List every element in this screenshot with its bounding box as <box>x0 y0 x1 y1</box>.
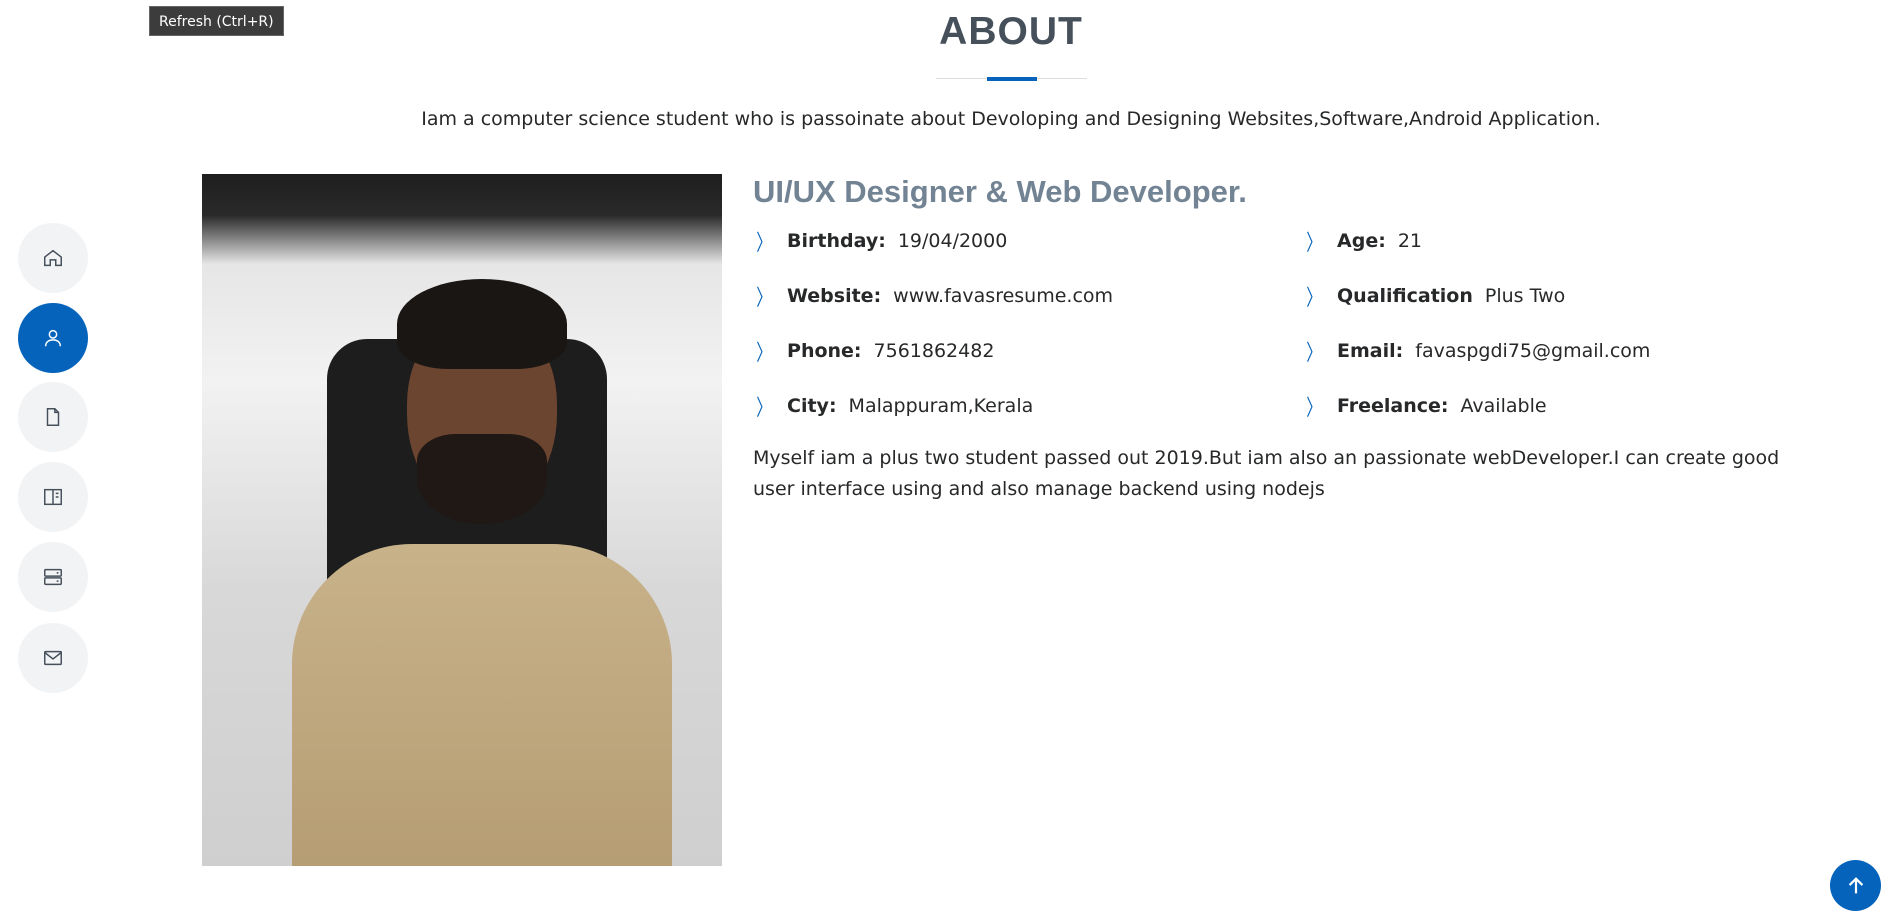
chevron-right-icon: 〉 <box>1306 396 1322 421</box>
chevron-right-icon: 〉 <box>756 341 772 366</box>
nav-portfolio-button[interactable] <box>18 462 88 532</box>
info-qualification: 〉 Qualification Plus Two <box>1303 280 1565 312</box>
section-intro: Iam a computer science student who is pa… <box>421 108 1601 130</box>
chevron-right-icon: 〉 <box>756 286 772 311</box>
arrow-up-icon <box>1848 876 1863 893</box>
info-label: Email: <box>1337 340 1404 362</box>
about-paragraph: Myself iam a plus two student passed out… <box>753 447 1780 500</box>
info-value: 21 <box>1397 230 1422 252</box>
back-to-top-button[interactable] <box>1830 860 1881 911</box>
nav-home-button[interactable] <box>18 223 88 293</box>
info-value: Plus Two <box>1484 285 1566 307</box>
nav-services-button[interactable] <box>18 542 88 612</box>
title-divider-accent <box>987 77 1037 81</box>
home-icon <box>44 249 62 267</box>
info-value: Available <box>1460 395 1547 417</box>
info-email: 〉 Email: favaspgdi75@gmail.com <box>1303 335 1650 367</box>
info-freelance: 〉 Freelance: Available <box>1303 390 1547 422</box>
info-label: Age: <box>1337 230 1386 252</box>
chevron-right-icon: 〉 <box>1306 286 1322 311</box>
section-title: ABOUT <box>939 10 1083 53</box>
info-label: Website: <box>787 285 882 307</box>
info-label: Birthday: <box>787 230 886 252</box>
info-label: Freelance: <box>1337 395 1449 417</box>
about-heading: UI/UX Designer & Web Developer. <box>753 174 1247 209</box>
info-website: 〉 Website: www.favasresume.com <box>753 280 1113 312</box>
person-icon <box>44 329 62 347</box>
nav-resume-button[interactable] <box>18 382 88 452</box>
info-value: favaspgdi75@gmail.com <box>1415 340 1651 362</box>
nav-about-button[interactable] <box>18 303 88 373</box>
info-value: 19/04/2000 <box>897 230 1008 252</box>
info-city: 〉 City: Malappuram,Kerala <box>753 390 1033 422</box>
info-label: Phone: <box>787 340 862 362</box>
profile-photo <box>202 174 722 866</box>
file-icon <box>46 408 60 426</box>
chevron-right-icon: 〉 <box>1306 231 1322 256</box>
info-value: 7561862482 <box>873 340 995 362</box>
info-age: 〉 Age: 21 <box>1303 225 1422 257</box>
info-value: www.favasresume.com <box>893 285 1114 307</box>
server-icon <box>44 568 62 586</box>
book-icon <box>44 488 62 506</box>
info-birthday: 〉 Birthday: 19/04/2000 <box>753 225 1007 257</box>
nav-contact-button[interactable] <box>18 623 88 693</box>
chevron-right-icon: 〉 <box>756 231 772 256</box>
info-phone: 〉 Phone: 7561862482 <box>753 335 994 367</box>
info-value: Malappuram,Kerala <box>848 395 1034 417</box>
info-label: Qualification <box>1337 285 1473 307</box>
chevron-right-icon: 〉 <box>1306 341 1322 366</box>
envelope-icon <box>44 650 62 666</box>
chevron-right-icon: 〉 <box>756 396 772 421</box>
info-label: City: <box>787 395 837 417</box>
